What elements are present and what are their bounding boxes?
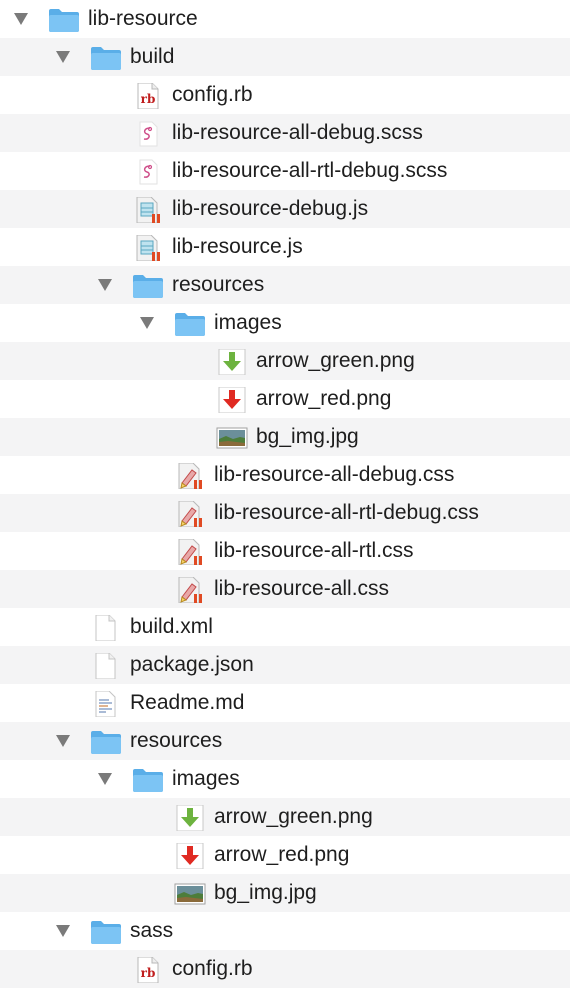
tree-folder-row[interactable]: lib-resource	[0, 0, 570, 38]
folder-icon	[132, 273, 164, 299]
tree-item-label: lib-resource-all-rtl.css	[214, 539, 414, 562]
tree-folder-row[interactable]: sass	[0, 912, 570, 950]
tree-item-label: lib-resource-all.css	[214, 577, 390, 600]
tree-file-row[interactable]: Readme.md	[0, 684, 570, 722]
tree-file-row[interactable]: lib-resource-all-debug.scss	[0, 114, 570, 152]
tree-folder-row[interactable]: images	[0, 760, 570, 798]
tree-item-label: images	[214, 311, 282, 334]
svg-text:rb: rb	[141, 92, 156, 106]
tree-item-label: build.xml	[130, 615, 213, 638]
tree-item-label: lib-resource-all-rtl-debug.scss	[172, 159, 448, 182]
tree-file-row[interactable]: bg_img.jpg	[0, 418, 570, 456]
green-arrow-image-icon	[174, 804, 206, 832]
blank-file-icon	[90, 614, 122, 642]
tree-item-label: lib-resource-all-debug.scss	[172, 121, 423, 144]
tree-file-row[interactable]: bg_img.jpg	[0, 874, 570, 912]
tree-file-row[interactable]: build.xml	[0, 608, 570, 646]
js-file-icon	[132, 234, 164, 262]
tree-file-row[interactable]: lib-resource-all-rtl-debug.scss	[0, 152, 570, 190]
tree-file-row[interactable]: arrow_red.png	[0, 380, 570, 418]
css-file-icon	[174, 538, 206, 566]
tree-item-label: lib-resource-all-debug.css	[214, 463, 455, 486]
tree-item-label: resources	[172, 273, 265, 296]
svg-text:rb: rb	[141, 966, 156, 980]
tree-file-row[interactable]: arrow_red.png	[0, 836, 570, 874]
tree-file-row[interactable]: rb config.rb	[0, 76, 570, 114]
tree-item-label: config.rb	[172, 83, 253, 106]
folder-icon	[90, 729, 122, 755]
css-file-icon	[174, 576, 206, 604]
scss-file-icon	[132, 159, 164, 185]
disclosure-triangle-icon[interactable]	[98, 773, 112, 785]
disclosure-triangle-icon[interactable]	[98, 279, 112, 291]
disclosure-triangle-icon[interactable]	[140, 317, 154, 329]
disclosure-triangle-icon[interactable]	[56, 925, 70, 937]
text-file-icon	[90, 690, 122, 718]
tree-folder-row[interactable]: build	[0, 38, 570, 76]
tree-item-label: bg_img.jpg	[214, 881, 317, 904]
tree-item-label: sass	[130, 919, 174, 942]
tree-item-label: images	[172, 767, 240, 790]
file-tree: lib-resource build rb config.rb lib-reso…	[0, 0, 570, 988]
photo-image-icon	[174, 881, 206, 907]
tree-item-label: package.json	[130, 653, 254, 676]
green-arrow-image-icon	[216, 348, 248, 376]
scss-file-icon	[132, 121, 164, 147]
tree-item-label: resources	[130, 729, 223, 752]
tree-folder-row[interactable]: resources	[0, 266, 570, 304]
tree-item-label: build	[130, 45, 175, 68]
tree-folder-row[interactable]: images	[0, 304, 570, 342]
blank-file-icon	[90, 652, 122, 680]
tree-item-label: arrow_red.png	[256, 387, 392, 410]
folder-icon	[90, 45, 122, 71]
disclosure-triangle-icon[interactable]	[56, 51, 70, 63]
red-arrow-image-icon	[216, 386, 248, 414]
tree-file-row[interactable]: arrow_green.png	[0, 798, 570, 836]
css-file-icon	[174, 462, 206, 490]
disclosure-triangle-icon[interactable]	[14, 13, 28, 25]
tree-file-row[interactable]: lib-resource-all-debug.css	[0, 456, 570, 494]
js-file-icon	[132, 196, 164, 224]
tree-file-row[interactable]: lib-resource-all-rtl.css	[0, 532, 570, 570]
css-file-icon	[174, 500, 206, 528]
ruby-file-icon: rb	[132, 82, 164, 110]
tree-file-row[interactable]: rb config.rb	[0, 950, 570, 988]
folder-icon	[90, 919, 122, 945]
tree-file-row[interactable]: lib-resource-debug.js	[0, 190, 570, 228]
tree-item-label: arrow_green.png	[256, 349, 415, 372]
tree-item-label: bg_img.jpg	[256, 425, 359, 448]
tree-item-label: lib-resource-all-rtl-debug.css	[214, 501, 479, 524]
photo-image-icon	[216, 425, 248, 451]
red-arrow-image-icon	[174, 842, 206, 870]
tree-file-row[interactable]: lib-resource.js	[0, 228, 570, 266]
folder-icon	[174, 311, 206, 337]
ruby-file-icon: rb	[132, 956, 164, 984]
tree-file-row[interactable]: lib-resource-all.css	[0, 570, 570, 608]
tree-item-label: arrow_green.png	[214, 805, 373, 828]
tree-file-row[interactable]: arrow_green.png	[0, 342, 570, 380]
tree-item-label: Readme.md	[130, 691, 245, 714]
tree-item-label: lib-resource-debug.js	[172, 197, 369, 220]
folder-icon	[132, 767, 164, 793]
folder-icon	[48, 7, 80, 33]
tree-folder-row[interactable]: resources	[0, 722, 570, 760]
tree-file-row[interactable]: lib-resource-all-rtl-debug.css	[0, 494, 570, 532]
tree-item-label: lib-resource	[88, 7, 198, 30]
tree-item-label: config.rb	[172, 957, 253, 980]
disclosure-triangle-icon[interactable]	[56, 735, 70, 747]
tree-item-label: arrow_red.png	[214, 843, 350, 866]
tree-item-label: lib-resource.js	[172, 235, 303, 258]
tree-file-row[interactable]: package.json	[0, 646, 570, 684]
